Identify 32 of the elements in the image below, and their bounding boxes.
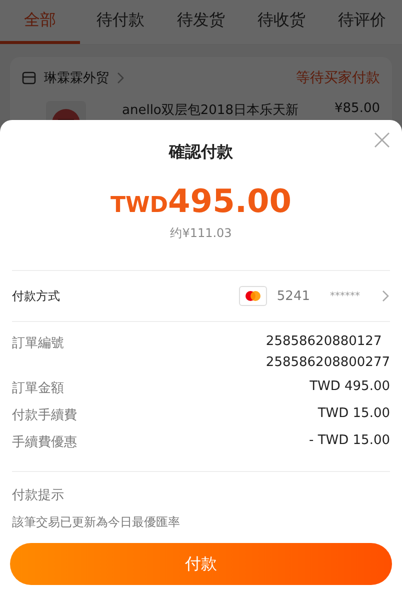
sheet-title: 確認付款 xyxy=(168,142,234,163)
order-tab[interactable]: 待发货 xyxy=(160,0,242,44)
product-title: anello双层包2018日本乐天新 xyxy=(122,102,300,119)
detail-value: 258586208800277 xyxy=(266,355,390,370)
payment-amount: TWD495.00 xyxy=(109,185,293,217)
close-icon[interactable] xyxy=(374,132,390,148)
order-tab[interactable]: 全部 xyxy=(0,0,80,44)
store-icon xyxy=(22,71,36,85)
order-tab[interactable]: 待收货 xyxy=(241,0,322,44)
payment-method-label: 付款方式 xyxy=(12,288,60,304)
detail-value: TWD 495.00 xyxy=(310,379,390,394)
tip-text: 該筆交易已更新為今日最優匯率 xyxy=(12,514,181,531)
detail-value: 25858620880127 xyxy=(266,334,382,349)
card-logo-icon[interactable] xyxy=(238,286,267,306)
approx-amount: 约¥111.03 xyxy=(169,225,233,242)
store-name: 琳霖霖外贸 xyxy=(44,70,109,87)
detail-value: TWD 15.00 xyxy=(318,406,390,421)
order-tab[interactable]: 待付款 xyxy=(80,0,161,44)
detail-label: 手續費優惠 xyxy=(12,434,77,451)
pay-button[interactable]: 付款 xyxy=(10,543,392,585)
detail-label: 付款手續費 xyxy=(12,407,77,424)
card-number[interactable]: 5241 xyxy=(276,288,310,304)
product-price: ¥85.00 xyxy=(334,101,380,116)
masked-digits: ****** xyxy=(330,290,360,302)
detail-value: - TWD 15.00 xyxy=(309,433,390,448)
detail-label: 訂單編號 xyxy=(12,335,64,353)
order-tab[interactable]: 待评价 xyxy=(322,0,402,44)
order-status: 等待买家付款 xyxy=(296,69,380,87)
chevron-icon[interactable] xyxy=(382,290,390,302)
chevron-icon xyxy=(117,72,125,84)
tip-title: 付款提示 xyxy=(12,487,65,504)
detail-label: 訂單金額 xyxy=(12,380,64,397)
